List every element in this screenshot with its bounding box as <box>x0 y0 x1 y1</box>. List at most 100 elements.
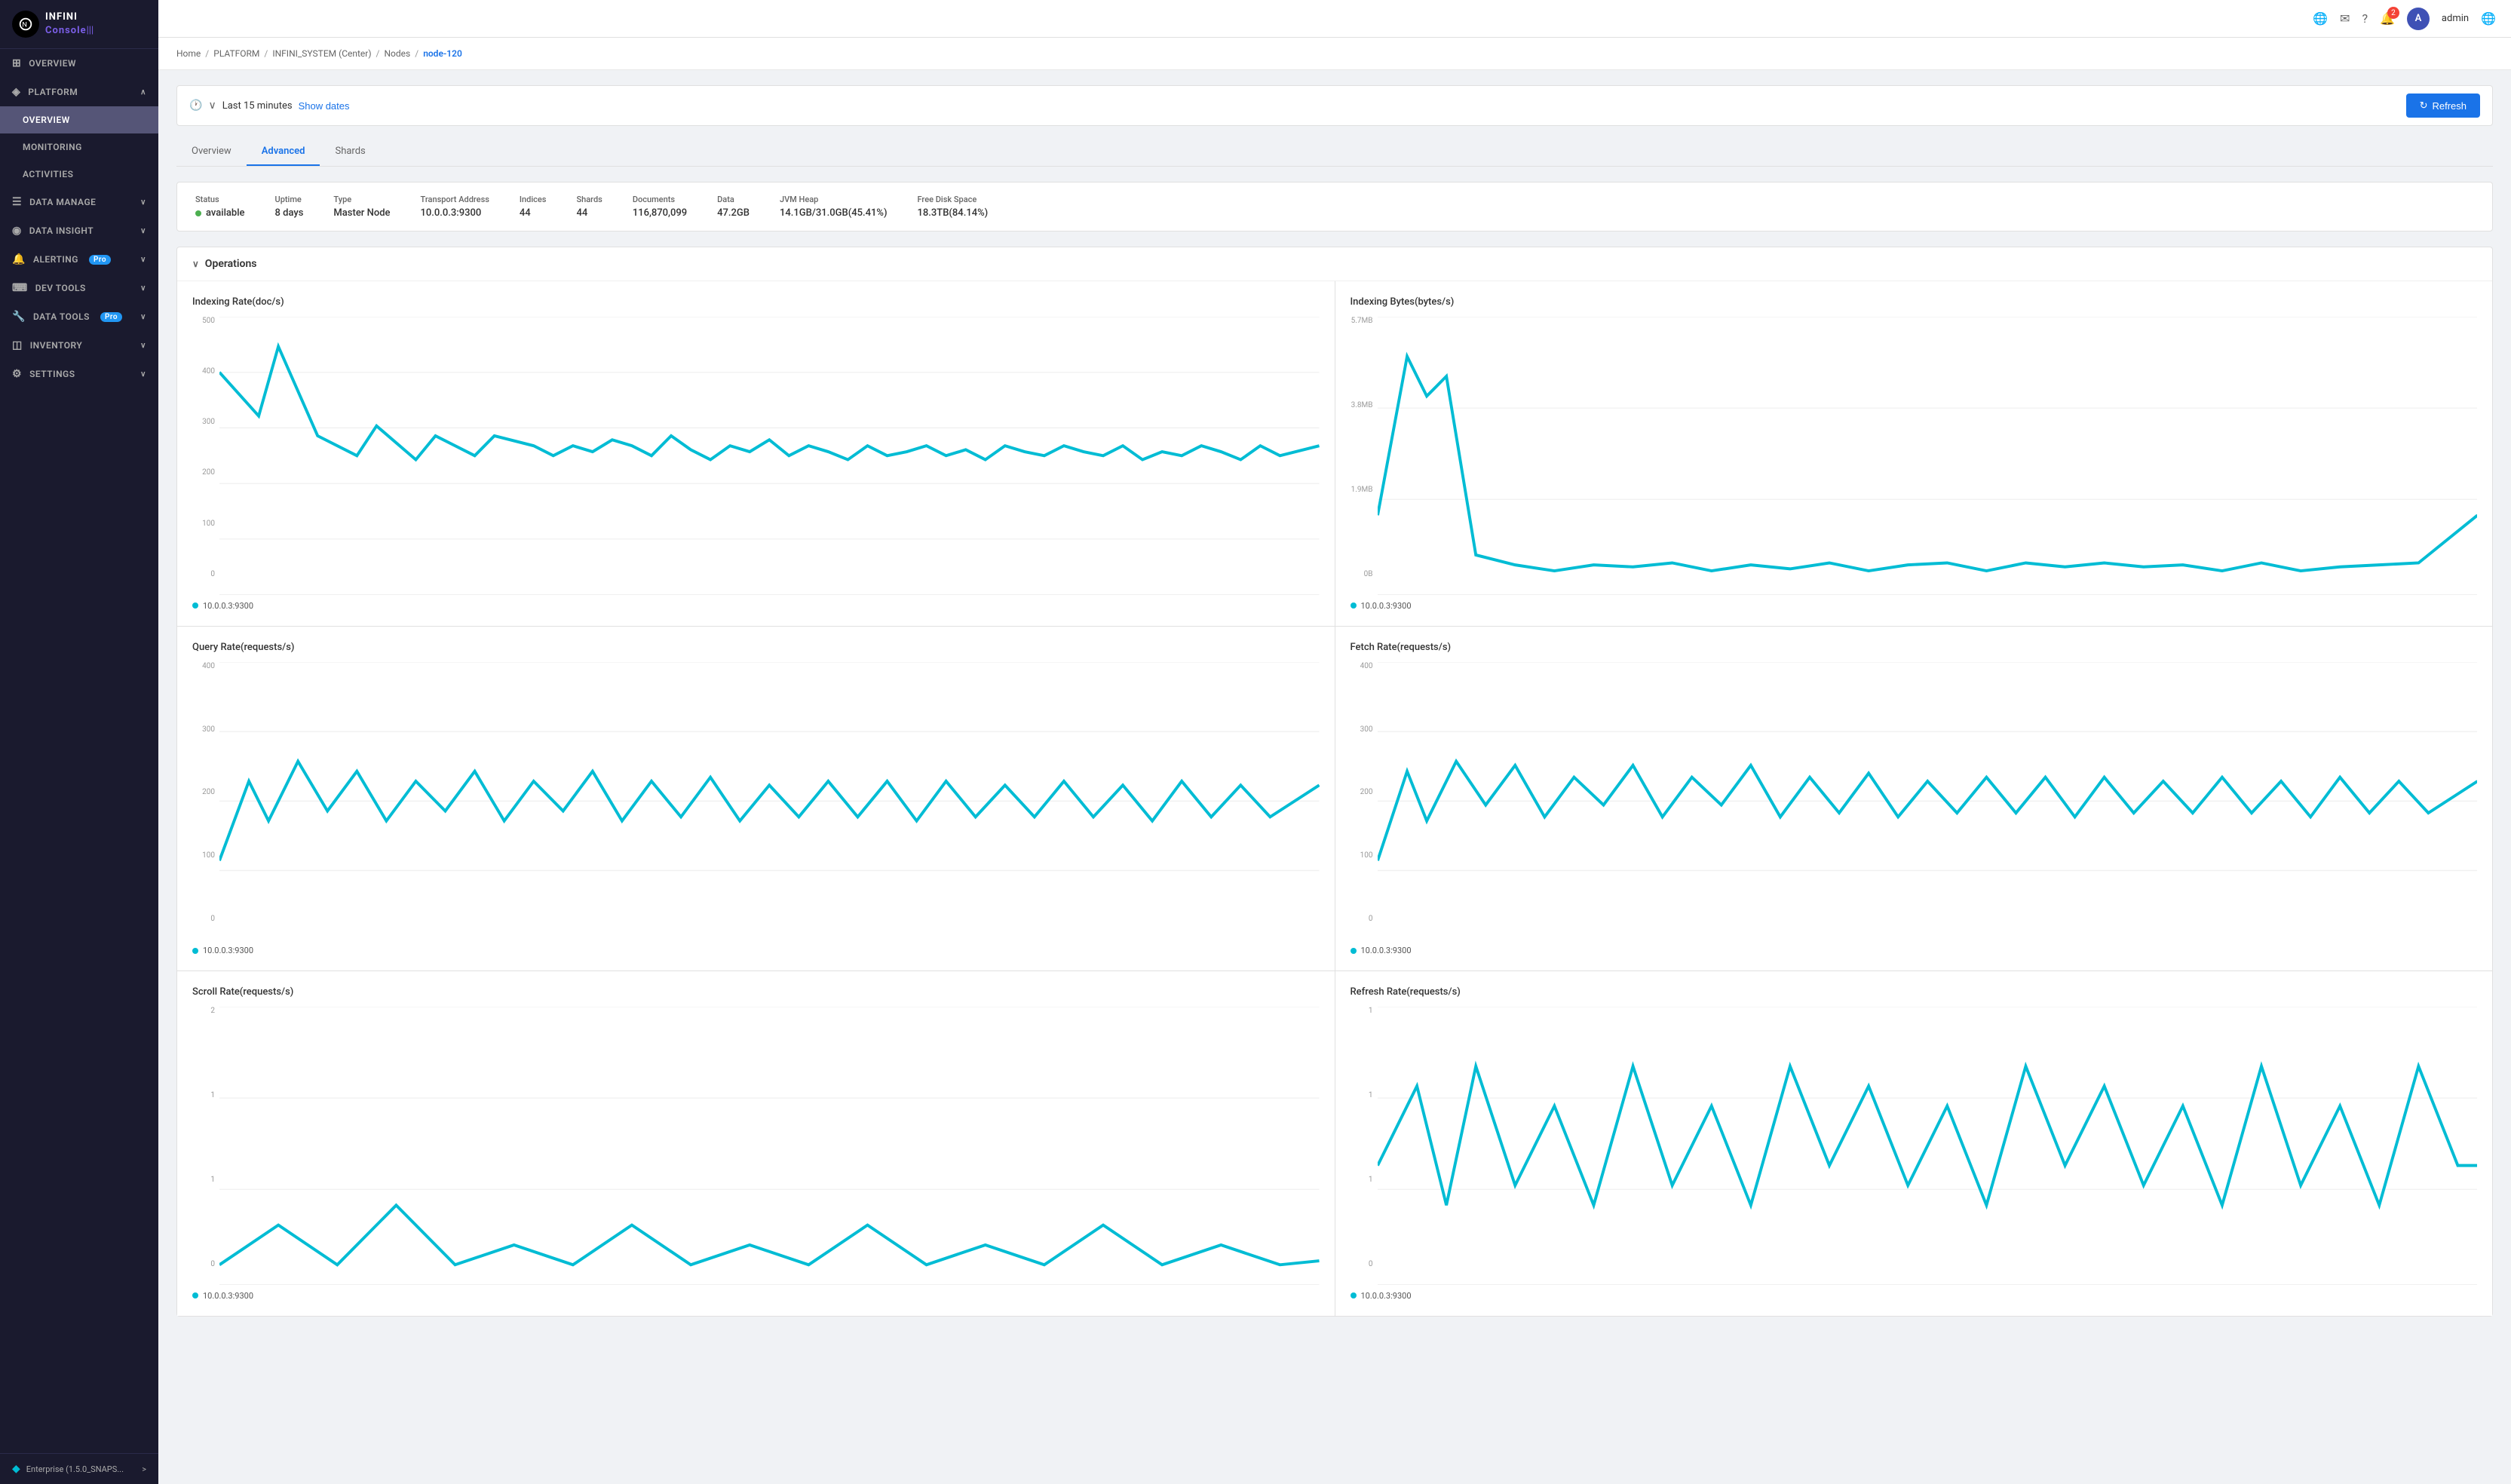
sidebar-item-activities-label: ACTIVITIES <box>23 169 73 179</box>
stat-shards-label: Shards <box>576 195 602 204</box>
breadcrumb-home[interactable]: Home <box>176 48 201 59</box>
dropdown-icon[interactable]: ∨ <box>208 100 216 112</box>
chart-indexing-bytes-svg: 21:28 21:29 21:30 21:31 21:32 21:33 21:3… <box>1378 317 2478 595</box>
y-axis-indexing-bytes: 5.7MB 3.8MB 1.9MB 0B <box>1351 317 1378 595</box>
sidebar-item-dev-tools[interactable]: ⌨ DEV TOOLS ∨ <box>0 274 158 302</box>
chart-indexing-bytes: Indexing Bytes(bytes/s) 5.7MB 3.8MB 1.9M… <box>1335 281 2493 626</box>
tab-shards[interactable]: Shards <box>320 138 380 166</box>
main-area: 🌐 ✉ ? 🔔 2 A admin 🌐 Home / PLATFORM / IN… <box>158 0 2511 1484</box>
sidebar-item-overview-sub-label: OVERVIEW <box>23 115 70 125</box>
stat-jvm-label: JVM Heap <box>780 195 888 204</box>
stat-shards: Shards 44 <box>576 195 602 219</box>
sidebar-item-monitoring-label: MONITORING <box>23 142 82 152</box>
legend-dot-6 <box>1351 1292 1357 1298</box>
breadcrumb-platform[interactable]: PLATFORM <box>213 48 259 59</box>
sidebar-item-activities[interactable]: ACTIVITIES <box>0 161 158 188</box>
breadcrumb-nodes[interactable]: Nodes <box>385 48 411 59</box>
stat-documents-value: 116,870,099 <box>633 207 687 219</box>
logo-icon: N <box>12 11 39 38</box>
operations-label: Operations <box>205 258 257 270</box>
page-body: 🕐 ∨ Last 15 minutes Show dates ↻ Refresh… <box>158 70 2511 1347</box>
sidebar-item-settings-label: SETTINGS <box>29 369 75 379</box>
chart-query-rate-svg: 21:28 21:29 21:30 21:31 21:32 21:33 21:3… <box>219 662 1320 940</box>
stat-disk-label: Free Disk Space <box>918 195 989 204</box>
platform-icon: ◈ <box>12 86 20 98</box>
sidebar-item-overview-sub[interactable]: OVERVIEW <box>0 106 158 133</box>
stat-type-value: Master Node <box>333 207 390 219</box>
status-dot <box>195 210 201 216</box>
sidebar-item-alerting[interactable]: 🔔 ALERTING Pro ∨ <box>0 245 158 274</box>
chart-indexing-bytes-legend-label: 10.0.0.3:9300 <box>1361 601 1412 611</box>
stat-jvm-value: 14.1GB/31.0GB(45.41%) <box>780 207 888 219</box>
sidebar-item-dev-tools-label: DEV TOOLS <box>35 283 86 293</box>
sidebar-item-platform-label: PLATFORM <box>28 87 78 97</box>
chart-query-rate-container: 400 300 200 100 0 <box>192 662 1320 940</box>
chart-refresh-rate-title: Refresh Rate(requests/s) <box>1351 986 2478 998</box>
alerting-chevron: ∨ <box>140 256 146 264</box>
sidebar-item-data-tools[interactable]: 🔧 DATA TOOLS Pro ∨ <box>0 302 158 331</box>
sidebar-item-inventory-label: INVENTORY <box>30 340 83 351</box>
sidebar-item-monitoring[interactable]: MONITORING <box>0 133 158 161</box>
legend-dot-5 <box>192 1292 198 1298</box>
chart-scroll-rate-legend: 10.0.0.3:9300 <box>192 1291 1320 1301</box>
refresh-icon: ↻ <box>2420 100 2428 112</box>
page-content: Home / PLATFORM / INFINI_SYSTEM (Center)… <box>158 38 2511 1484</box>
show-dates-button[interactable]: Show dates <box>299 100 350 112</box>
stat-indices-value: 44 <box>520 207 547 219</box>
sidebar-item-overview[interactable]: ⊞ OVERVIEW <box>0 49 158 78</box>
stat-indices: Indices 44 <box>520 195 547 219</box>
chart-scroll-rate-svg <box>219 1007 1320 1285</box>
avatar: A <box>2407 8 2430 30</box>
operations-section: ∨ Operations Indexing Rate(doc/s) 500 40… <box>176 247 2493 1317</box>
search-icon[interactable]: 🌐 <box>2313 11 2328 26</box>
sidebar-footer[interactable]: ◆ Enterprise (1.5.0_SNAPS... > <box>0 1453 158 1484</box>
sidebar-item-data-tools-label: DATA TOOLS <box>33 311 90 322</box>
stat-type-label: Type <box>333 195 390 204</box>
refresh-button[interactable]: ↻ Refresh <box>2406 94 2480 118</box>
stat-disk: Free Disk Space 18.3TB(84.14%) <box>918 195 989 219</box>
help-icon[interactable]: ? <box>2362 11 2368 26</box>
stat-indices-label: Indices <box>520 195 547 204</box>
chart-scroll-rate: Scroll Rate(requests/s) 2 1 1 0 <box>177 971 1335 1316</box>
chart-indexing-rate-svg: 21:28 21:29 21:30 21:31 21:32 21:33 21:3… <box>219 317 1320 595</box>
mail-icon[interactable]: ✉ <box>2340 11 2350 26</box>
dev-tools-icon: ⌨ <box>12 282 28 294</box>
stat-transport: Transport Address 10.0.0.3:9300 <box>421 195 489 219</box>
y-axis-indexing-rate: 500 400 300 200 100 0 <box>192 317 219 595</box>
breadcrumb: Home / PLATFORM / INFINI_SYSTEM (Center)… <box>158 38 2511 70</box>
chart-scroll-rate-title: Scroll Rate(requests/s) <box>192 986 1320 998</box>
chart-indexing-bytes-title: Indexing Bytes(bytes/s) <box>1351 296 2478 308</box>
sidebar-footer-label: Enterprise (1.5.0_SNAPS... <box>26 1464 124 1474</box>
data-tools-chevron: ∨ <box>140 313 146 321</box>
chart-refresh-rate: Refresh Rate(requests/s) 1 1 1 0 <box>1335 971 2493 1316</box>
sidebar-item-data-manage[interactable]: ☰ DATA MANAGE ∨ <box>0 188 158 216</box>
clock-icon: 🕐 <box>189 100 202 112</box>
sidebar-item-inventory[interactable]: ◫ INVENTORY ∨ <box>0 331 158 360</box>
stat-disk-value: 18.3TB(84.14%) <box>918 207 989 219</box>
sidebar-item-settings[interactable]: ⚙ SETTINGS ∨ <box>0 360 158 388</box>
tab-overview[interactable]: Overview <box>176 138 247 166</box>
alerting-icon: 🔔 <box>12 253 26 265</box>
chart-indexing-rate-title: Indexing Rate(doc/s) <box>192 296 1320 308</box>
breadcrumb-system[interactable]: INFINI_SYSTEM (Center) <box>272 48 371 59</box>
chart-scroll-rate-legend-label: 10.0.0.3:9300 <box>203 1291 253 1301</box>
chart-refresh-rate-svg <box>1378 1007 2478 1285</box>
stat-type: Type Master Node <box>333 195 390 219</box>
dev-tools-chevron: ∨ <box>140 284 146 293</box>
stat-transport-value: 10.0.0.3:9300 <box>421 207 489 219</box>
time-selector: 🕐 ∨ Last 15 minutes Show dates <box>189 100 2397 112</box>
settings-icon: ⚙ <box>12 368 22 380</box>
notification-icon[interactable]: 🔔 2 <box>2380 11 2395 26</box>
stat-documents: Documents 116,870,099 <box>633 195 687 219</box>
stat-documents-label: Documents <box>633 195 687 204</box>
svg-text:N: N <box>22 22 27 29</box>
tab-advanced[interactable]: Advanced <box>247 138 320 166</box>
sidebar-item-platform[interactable]: ◈ PLATFORM ∧ <box>0 78 158 106</box>
sidebar-item-data-insight[interactable]: ◉ DATA INSIGHT ∨ <box>0 216 158 245</box>
stat-uptime-label: Uptime <box>275 195 304 204</box>
globe-icon[interactable]: 🌐 <box>2481 11 2496 26</box>
stats-row: Status available Uptime 8 days Type Mast… <box>176 182 2493 231</box>
chart-fetch-rate-container: 400 300 200 100 0 <box>1351 662 2478 940</box>
stat-status-value: available <box>195 207 245 219</box>
operations-header[interactable]: ∨ Operations <box>177 247 2492 281</box>
